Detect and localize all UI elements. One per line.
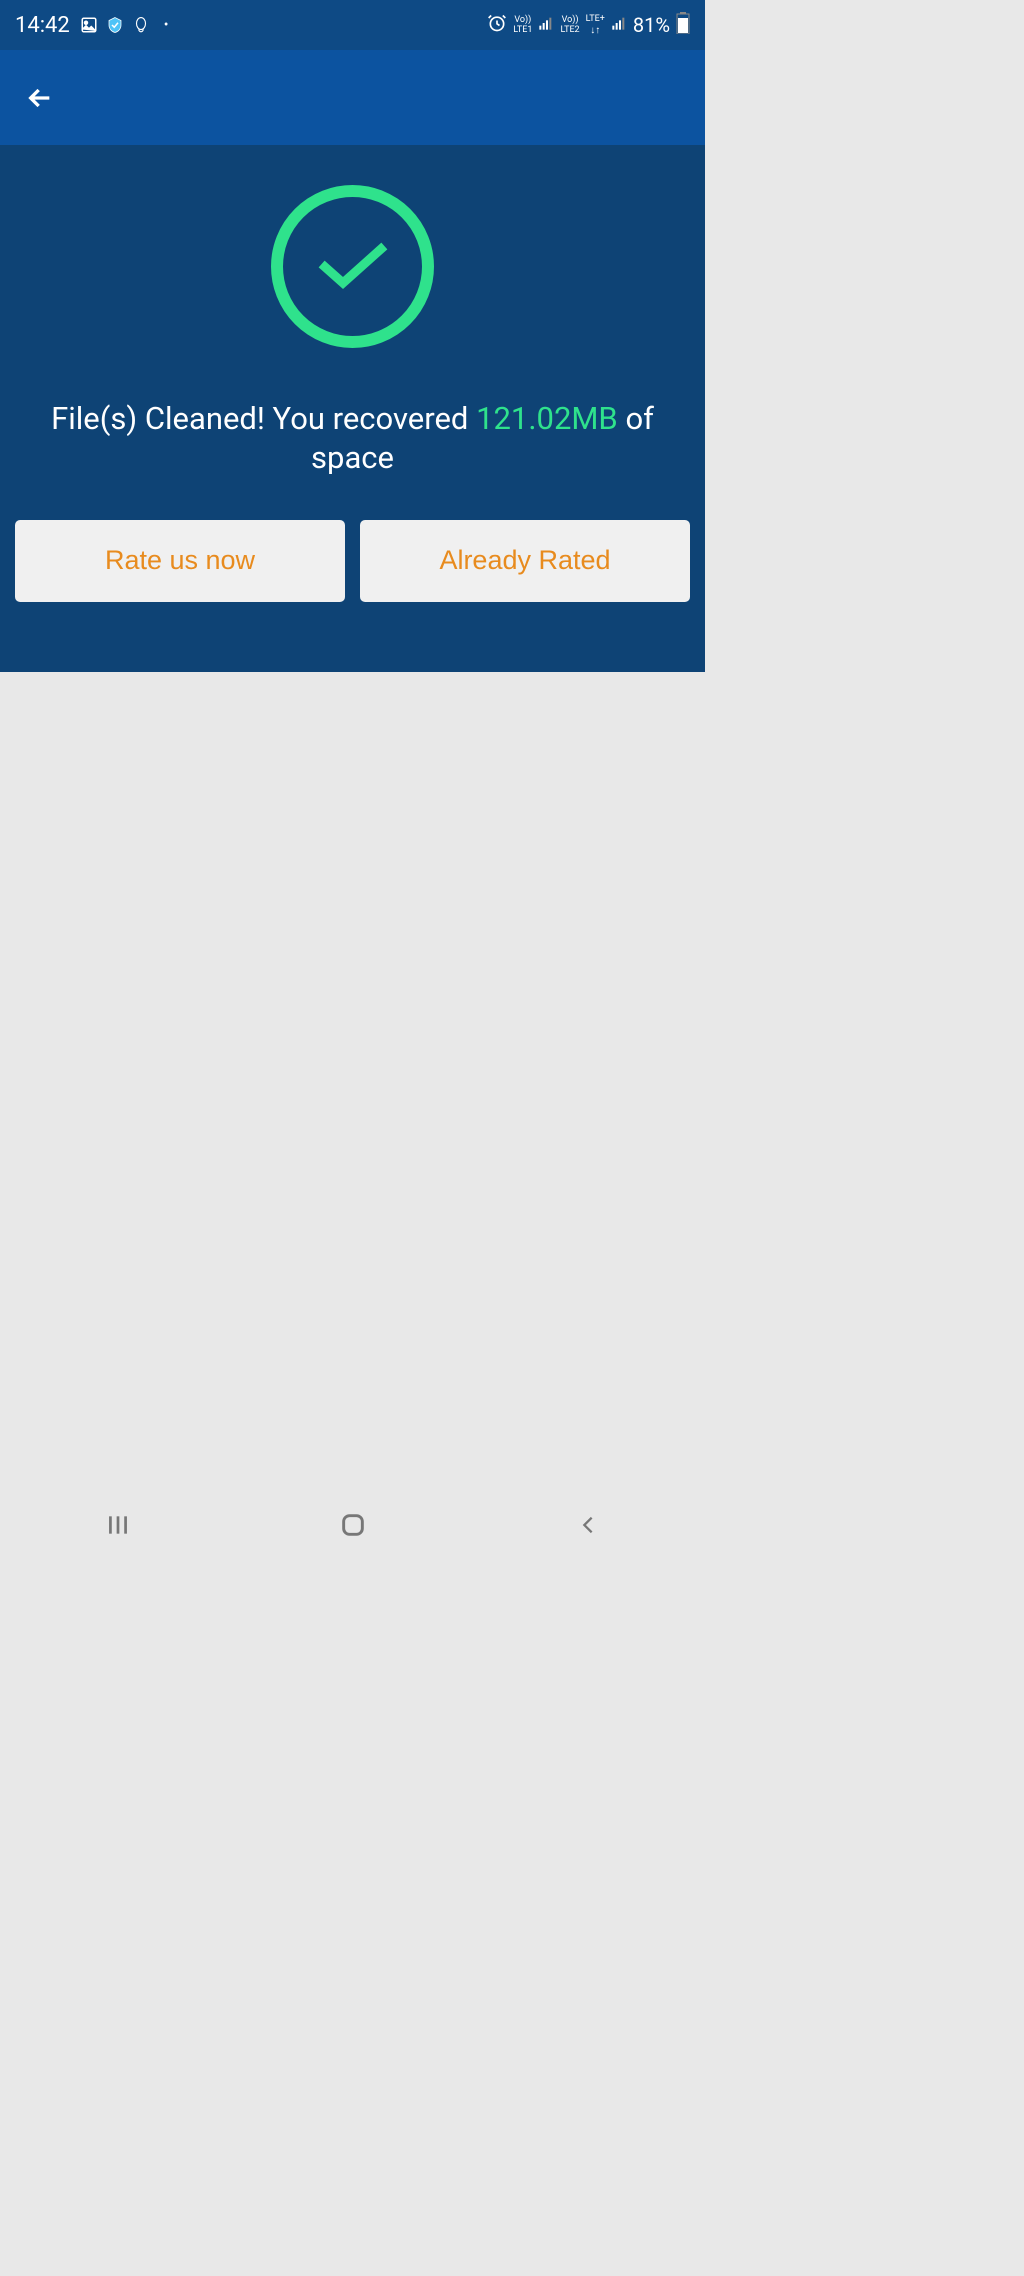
- recents-button[interactable]: [68, 1500, 168, 1550]
- result-message: File(s) Cleaned! You recovered 121.02MB …: [15, 400, 690, 478]
- system-back-button[interactable]: [538, 1500, 638, 1550]
- rate-us-button[interactable]: Rate us now: [15, 520, 345, 602]
- status-left-group: 14:42 •: [15, 13, 169, 38]
- home-icon: [339, 1511, 367, 1539]
- button-row: Rate us now Already Rated: [15, 520, 690, 602]
- recents-icon: [105, 1512, 131, 1538]
- notification-icon: [132, 16, 150, 34]
- sim2-signal: Vo)) LTE2: [560, 16, 579, 35]
- app-header: [0, 50, 705, 145]
- recovered-size-value: 121.02MB: [476, 400, 618, 437]
- success-circle-icon: [271, 185, 434, 348]
- alarm-icon: [487, 13, 507, 38]
- sim1-signal: Vo)) LTE1: [513, 16, 532, 35]
- already-rated-button[interactable]: Already Rated: [360, 520, 690, 602]
- signal-bars-icon: [538, 15, 554, 36]
- signal-bars-2-icon: [611, 15, 627, 36]
- checkmark-icon: [313, 237, 393, 297]
- battery-percent: 81%: [633, 13, 670, 37]
- success-icon-container: [15, 185, 690, 348]
- status-bar: 14:42 •: [0, 0, 705, 50]
- status-right-group: Vo)) LTE1 Vo)) LTE2 LTE+ ↓↑: [487, 12, 690, 39]
- back-button[interactable]: [20, 78, 60, 118]
- home-button[interactable]: [303, 1500, 403, 1550]
- status-notification-icons: •: [80, 16, 169, 34]
- shield-icon: [106, 16, 124, 34]
- lte-plus-indicator: LTE+ ↓↑: [586, 15, 605, 36]
- status-time: 14:42: [15, 13, 70, 38]
- back-arrow-icon: [24, 82, 56, 114]
- battery-icon: [676, 12, 690, 39]
- result-panel: File(s) Cleaned! You recovered 121.02MB …: [0, 145, 705, 672]
- chevron-left-icon: [577, 1514, 599, 1536]
- dot-icon: •: [164, 17, 169, 33]
- navigation-bar: [0, 1485, 705, 1565]
- data-arrows-icon: ↓↑: [590, 25, 600, 36]
- image-icon: [80, 16, 98, 34]
- message-text-1: File(s) Cleaned! You recovered: [51, 400, 476, 437]
